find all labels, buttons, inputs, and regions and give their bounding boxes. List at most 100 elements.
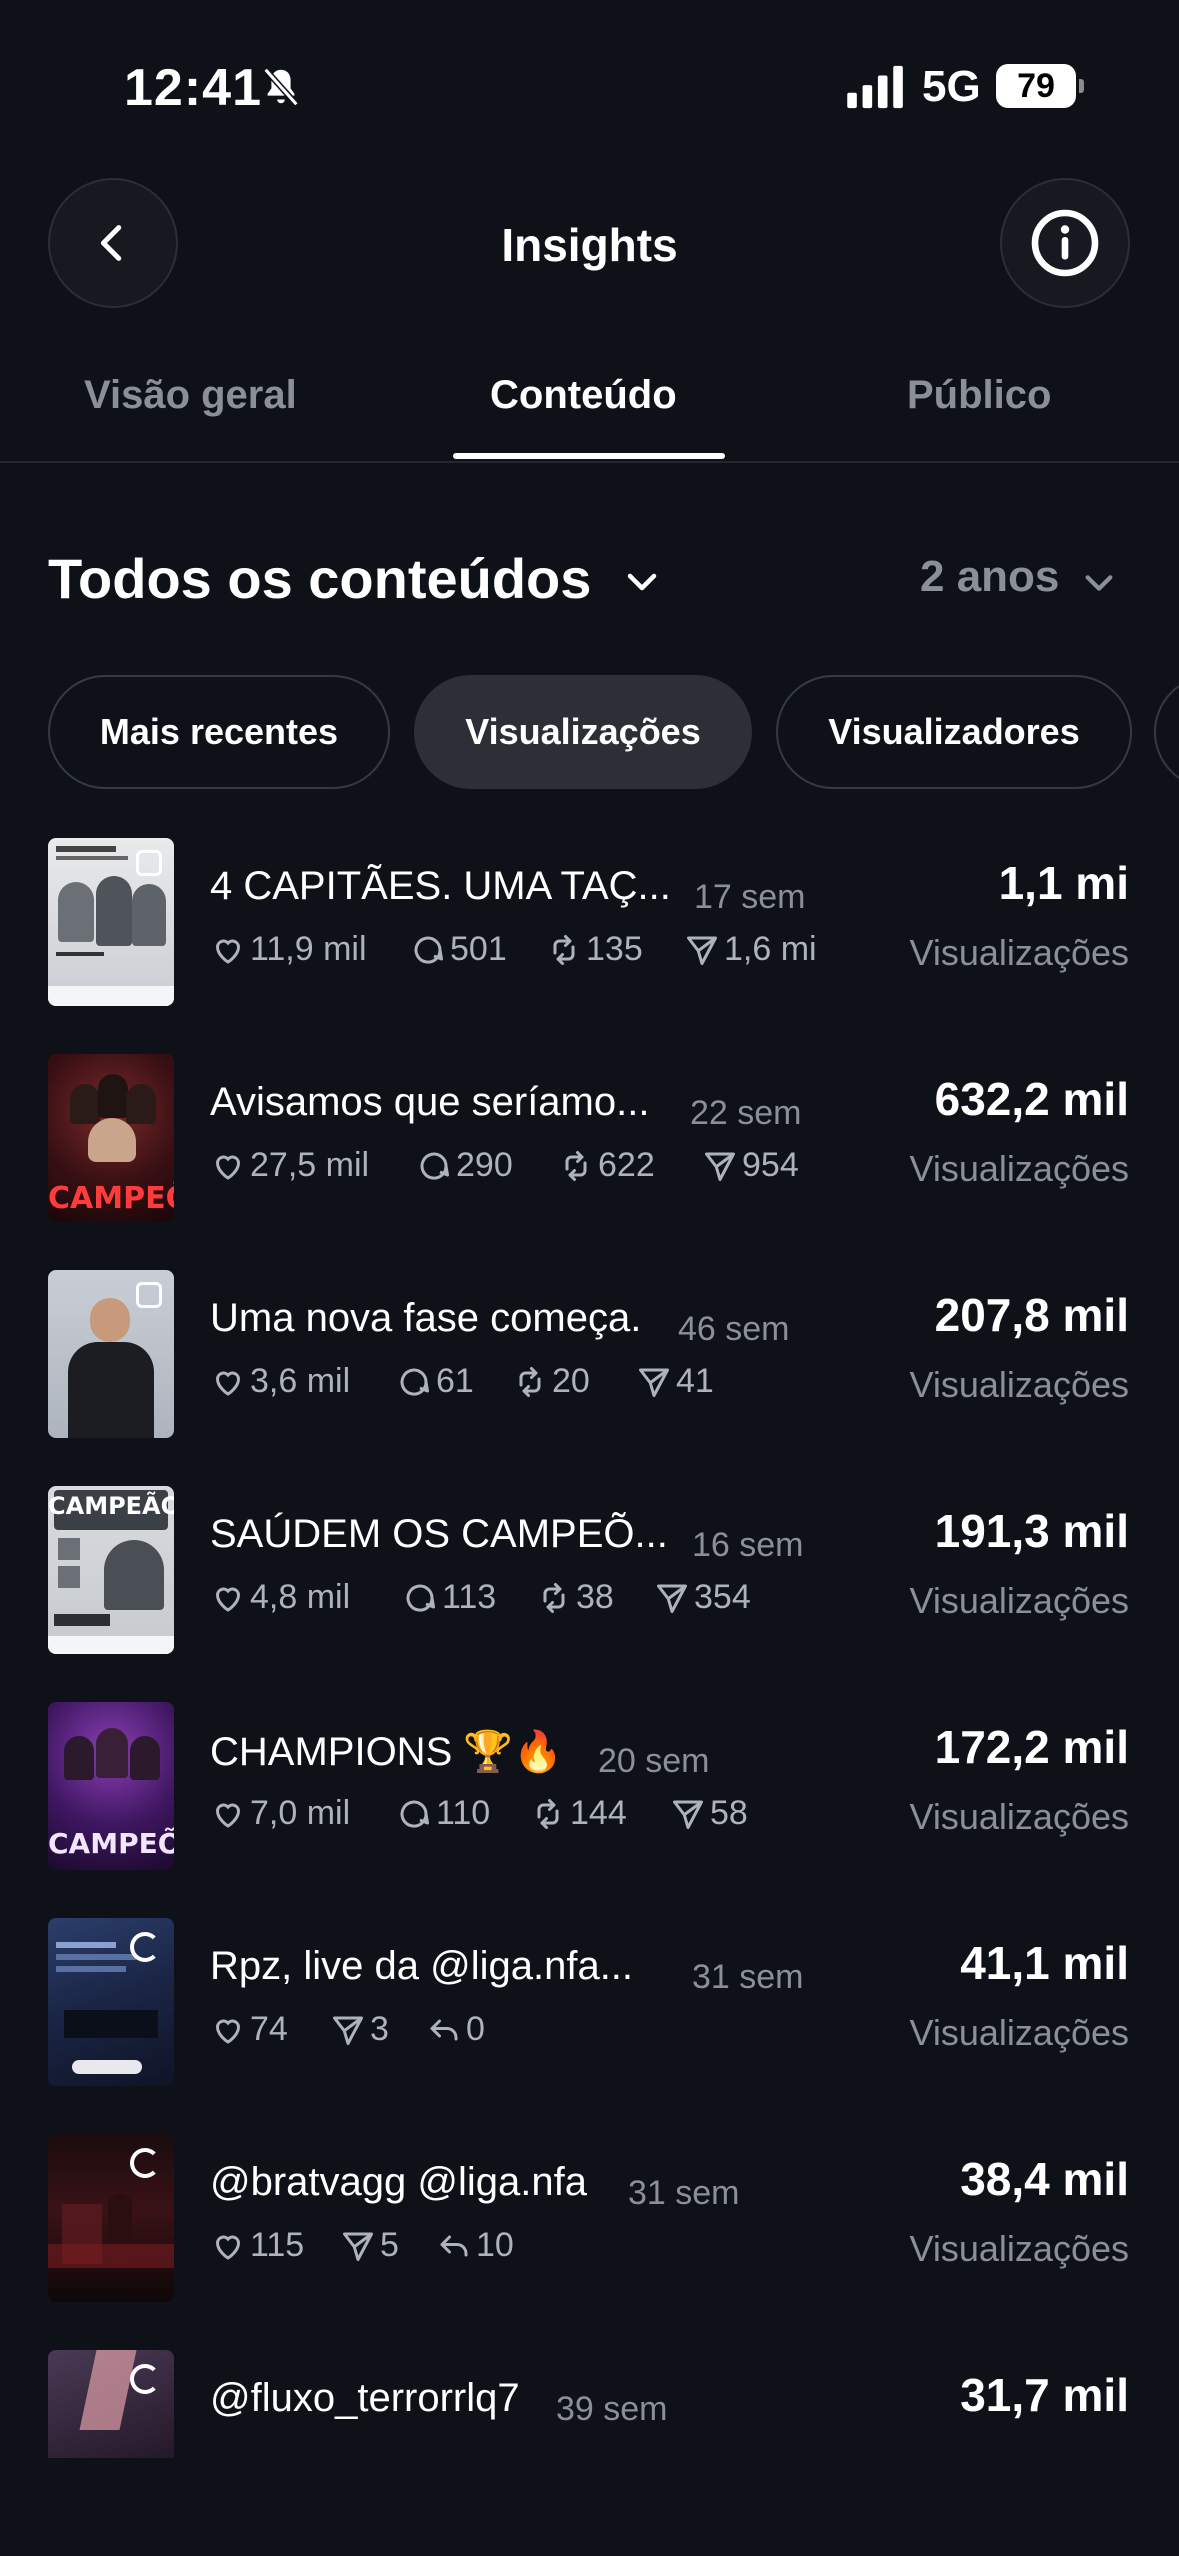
repost-icon [553, 934, 575, 965]
send-icon [333, 2016, 363, 2045]
post-thumbnail [48, 1918, 174, 2086]
comment-icon [400, 1368, 429, 1396]
shares-stat: 354 [654, 1578, 751, 1617]
post-caption: @fluxo_terrorrlq7 [210, 2376, 520, 2420]
views-label: Visualizações [909, 1796, 1129, 1837]
views-count: 41,1 mil [960, 1937, 1129, 1989]
tab-bar: Visão geral Conteúdo Público [0, 355, 1179, 463]
post-age: 39 sem [556, 2390, 668, 2428]
reposts-stat: 144 [530, 1794, 627, 1833]
replies-stat: 0 [426, 2010, 485, 2049]
list-item[interactable]: 4 CAPITÃES. UMA TAÇ... 17 sem 11,9 mil 5… [0, 838, 1179, 1008]
post-caption: Rpz, live da @liga.nfa... [210, 1944, 634, 1988]
post-thumbnail: CAMPEÃO [48, 1486, 174, 1654]
chip-visualizacoes[interactable]: Visualizações [414, 675, 752, 789]
post-thumbnail: CAMPEÕES [48, 1054, 174, 1222]
thumbnail-text: CAMPEÕES [48, 1827, 174, 1860]
send-icon [657, 1584, 687, 1613]
shares-stat: 58 [670, 1794, 748, 1833]
list-item[interactable]: @bratvagg @liga.nfa 31 sem 115 5 10 38,4… [0, 2134, 1179, 2304]
post-thumbnail: CAMPEÕES [48, 1702, 174, 1870]
views-count: 38,4 mil [960, 2153, 1129, 2205]
send-icon [673, 1800, 703, 1829]
header: Insights [0, 170, 1179, 320]
heart-icon [215, 1155, 241, 1180]
reel-icon [130, 1932, 160, 1962]
content-type-dropdown[interactable]: Todos os conteúdos [48, 546, 591, 611]
cellular-signal-icon [847, 65, 903, 109]
post-age: 46 sem [678, 1310, 790, 1348]
status-bar: 12:41 5G 79 [0, 0, 1179, 170]
chip-mais-recentes[interactable]: Mais recentes [48, 675, 390, 789]
comment-icon [420, 1152, 449, 1180]
post-stats: 11,9 mil 501 135 1,6 mil [210, 930, 815, 978]
heart-icon [215, 2019, 241, 2044]
comments-stat: 113 [402, 1578, 496, 1617]
send-icon [705, 1152, 735, 1181]
shares-stat: 1,6 mil [684, 930, 815, 969]
post-caption: 4 CAPITÃES. UMA TAÇ... [210, 864, 671, 908]
post-stats: 74 3 0 [210, 2010, 815, 2058]
shares-stat: 5 [340, 2226, 399, 2265]
battery-level: 79 [1017, 67, 1055, 105]
repost-icon [519, 1366, 541, 1397]
repost-icon [565, 1150, 587, 1181]
comment-icon [414, 936, 443, 964]
list-item[interactable]: CAMPEÕES Avisamos que seríamo... 22 sem … [0, 1054, 1179, 1224]
list-item[interactable]: Rpz, live da @liga.nfa... 31 sem 74 3 0 … [0, 1918, 1179, 2088]
status-time: 12:41 [124, 59, 262, 117]
post-stats: 4,8 mil 113 38 354 [210, 1578, 815, 1626]
list-item[interactable]: CAMPEÃO SAÚDEM OS CAMPEÕ... 16 sem 4,8 m… [0, 1486, 1179, 1656]
info-button[interactable] [1000, 178, 1130, 308]
reel-icon [130, 2364, 160, 2394]
chip-visualizadores[interactable]: Visualizadores [776, 675, 1132, 789]
likes-stat: 4,8 mil [210, 1578, 350, 1617]
views-count: 31,7 mil [960, 2369, 1129, 2421]
reposts-stat: 135 [546, 930, 643, 969]
likes-stat: 27,5 mil [210, 1146, 369, 1185]
likes-stat: 115 [210, 2226, 304, 2265]
reply-icon [440, 2235, 468, 2256]
post-stats: 27,5 mil 290 622 954 [210, 1146, 815, 1194]
reposts-stat: 20 [512, 1362, 590, 1401]
post-age: 31 sem [628, 2174, 740, 2212]
content-filter-row: Todos os conteúdos 2 anos [0, 540, 1179, 620]
carousel-icon [136, 1282, 162, 1308]
thumbnail-text: CAMPEÕES [48, 1181, 174, 1216]
content-list: 4 CAPITÃES. UMA TAÇ... 17 sem 11,9 mil 5… [0, 838, 1179, 2458]
comment-icon [400, 1800, 429, 1828]
views-count: 191,3 mil [934, 1505, 1129, 1557]
post-caption: CHAMPIONS 🏆🔥 [210, 1730, 563, 1774]
send-icon [639, 1368, 669, 1397]
thumbnail-text: CAMPEÃO [48, 1492, 174, 1520]
views-label: Visualizações [909, 2012, 1129, 2053]
views-count: 172,2 mil [934, 1721, 1129, 1773]
reposts-stat: 622 [558, 1146, 655, 1185]
tab-conteudo[interactable]: Conteúdo [490, 373, 677, 418]
reposts-stat: 38 [536, 1578, 614, 1617]
list-item[interactable]: Uma nova fase começa. 46 sem 3,6 mil 61 … [0, 1270, 1179, 1440]
views-label: Visualizações [909, 1580, 1129, 1621]
reply-icon [430, 2019, 458, 2040]
likes-stat: 3,6 mil [210, 1362, 350, 1401]
likes-stat: 11,9 mil [210, 930, 367, 969]
comment-icon [406, 1584, 435, 1612]
views-label: Visualizações [909, 1148, 1129, 1189]
post-age: 20 sem [598, 1742, 710, 1780]
comments-stat: 110 [396, 1794, 490, 1833]
date-range-dropdown[interactable]: 2 anos [920, 552, 1059, 602]
post-thumbnail [48, 2350, 174, 2458]
list-item[interactable]: CAMPEÕES CHAMPIONS 🏆🔥 20 sem 7,0 mil 110… [0, 1702, 1179, 1872]
chip-more[interactable] [1154, 675, 1179, 789]
chevron-down-icon[interactable] [624, 564, 660, 600]
list-item[interactable]: @fluxo_terrorrlq7 39 sem 31,7 mil [0, 2350, 1179, 2458]
insights-screen: 12:41 5G 79 Insights Visão geral Conteúd… [0, 0, 1179, 2556]
bell-muted-icon [263, 67, 299, 107]
chevron-down-icon[interactable] [1082, 566, 1116, 600]
tab-publico[interactable]: Público [907, 373, 1051, 418]
post-age: 22 sem [690, 1094, 802, 1132]
tab-visao-geral[interactable]: Visão geral [84, 373, 297, 418]
post-thumbnail [48, 1270, 174, 1438]
post-thumbnail [48, 2134, 174, 2302]
carousel-icon [136, 850, 162, 876]
